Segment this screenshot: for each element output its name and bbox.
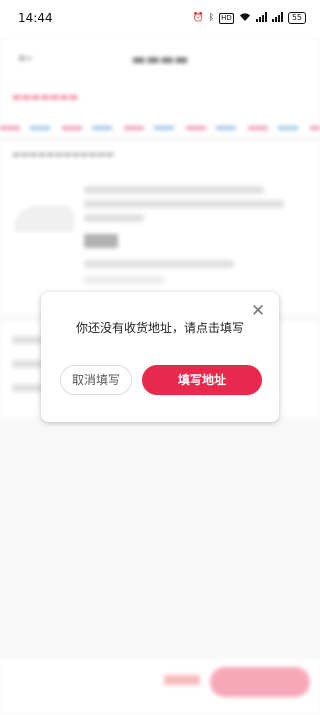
address-dialog: ✕ 你还没有收货地址，请点击填写 取消填写 填写地址	[41, 292, 279, 422]
status-time: 14:44	[18, 11, 53, 25]
hd-badge: HD	[219, 12, 234, 24]
status-icons: ⏰ ᛒ HD 55	[192, 11, 306, 25]
alarm-icon: ⏰	[192, 13, 204, 23]
status-bar: 14:44 ⏰ ᛒ HD 55	[0, 0, 320, 36]
signal-icon-2	[271, 11, 283, 25]
bluetooth-icon: ᛒ	[208, 13, 215, 23]
wifi-icon	[239, 12, 251, 25]
dialog-message: 你还没有收货地址，请点击填写	[75, 321, 244, 335]
cancel-button[interactable]: 取消填写	[60, 365, 132, 395]
fill-address-button[interactable]: 填写地址	[142, 365, 262, 395]
signal-icon	[255, 11, 267, 25]
close-icon[interactable]: ✕	[249, 302, 267, 320]
battery-indicator: 55	[287, 12, 306, 24]
